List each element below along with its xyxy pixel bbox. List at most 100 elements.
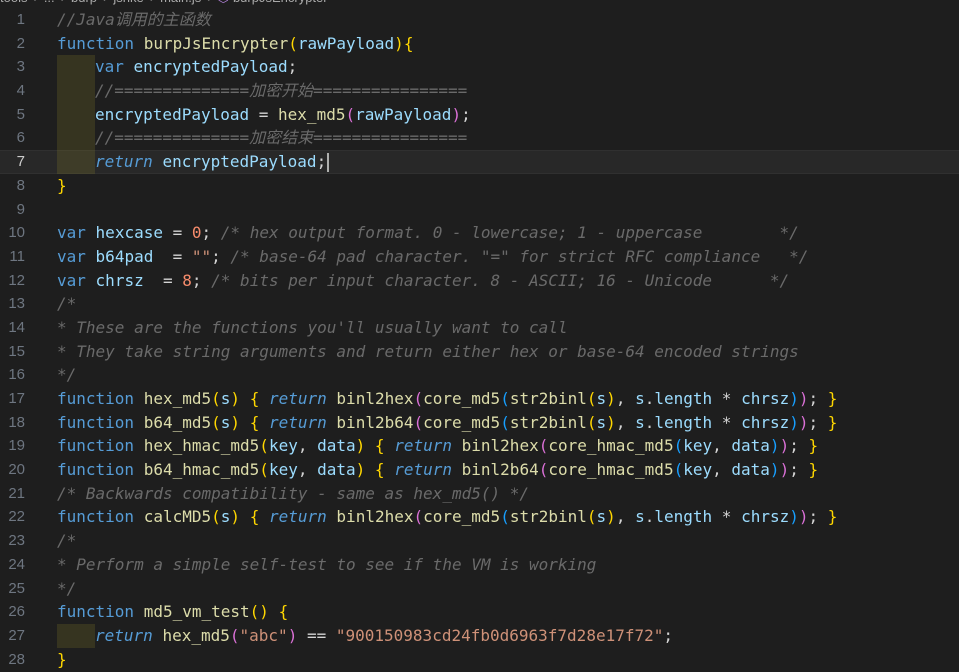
code-line[interactable]: 24 * Perform a simple self-test to see if… — [0, 553, 959, 577]
code-token: return — [268, 389, 327, 408]
code-text[interactable]: var encryptedPayload; — [57, 55, 297, 80]
code-token: encryptedPayload — [133, 57, 288, 77]
code-token: ( — [413, 507, 424, 527]
code-text[interactable]: function b64_hmac_md5(key, data) { retur… — [57, 458, 818, 482]
code-line[interactable]: 8} — [0, 174, 959, 198]
code-line[interactable]: 13 /* — [0, 292, 959, 316]
code-token: { — [403, 33, 414, 53]
code-line[interactable]: 26 function md5_vm_test() { — [0, 600, 959, 624]
code-text[interactable]: return encryptedPayload; — [57, 150, 330, 174]
code-line[interactable]: 22 function calcMD5(s) { return binl2hex(… — [0, 505, 959, 529]
code-token: } — [827, 389, 838, 408]
code-text[interactable]: function hex_hmac_md5(key, data) { retur… — [57, 434, 818, 458]
code-line[interactable]: 6 //==============加密结束================ — [0, 126, 959, 151]
code-line[interactable]: 11 var b64pad = ""; /* base-64 pad charac… — [0, 245, 959, 269]
code-text[interactable]: //==============加密开始================ — [57, 79, 467, 103]
code-token: ) — [779, 436, 790, 456]
code-text[interactable]: //Java调用的主函数 — [57, 8, 211, 32]
code-line[interactable]: 16 */ — [0, 363, 959, 387]
code-token: } — [57, 649, 67, 669]
code-text[interactable]: * These are the functions you'll usually… — [57, 316, 568, 340]
breadcrumb-item[interactable]: main.js — [160, 0, 201, 5]
breadcrumb-item[interactable]: tools — [0, 0, 27, 5]
code-text[interactable]: function calcMD5(s) { return binl2hex(co… — [57, 505, 837, 529]
code-text[interactable]: */ — [57, 577, 76, 601]
code-line-current[interactable]: 7 return encryptedPayload; — [0, 150, 959, 174]
code-token: var — [57, 270, 86, 290]
breadcrumb-item[interactable]: jsrike — [113, 0, 143, 5]
code-text[interactable]: var chrsz = 8; /* bits per input charact… — [57, 269, 789, 293]
indent-guide — [57, 55, 95, 80]
code-text[interactable]: } — [57, 648, 67, 672]
code-line[interactable]: 3 var encryptedPayload; — [0, 55, 959, 80]
code-text[interactable]: var hexcase = 0; /* hex output format. 0… — [57, 221, 799, 245]
code-line[interactable]: 10 var hexcase = 0; /* hex output format.… — [0, 221, 959, 245]
code-text[interactable]: function b64_md5(s) { return binl2b64(co… — [57, 411, 837, 435]
breadcrumb-symbol[interactable]: burpJsEncrypter — [233, 0, 328, 5]
code-line[interactable]: 15 * They take string arguments and retur… — [0, 340, 959, 364]
code-token: hex_md5 — [143, 389, 212, 408]
code-token: ) — [789, 507, 799, 527]
code-token: core_hmac_md5 — [548, 460, 674, 480]
code-line[interactable]: 25 */ — [0, 577, 959, 601]
code-token: , — [615, 507, 636, 527]
code-token: * Perform a simple self-test to see if t… — [57, 554, 597, 574]
code-token: ; — [808, 412, 828, 432]
code-token: s — [635, 389, 645, 408]
breadcrumb-item[interactable]: ... — [44, 0, 55, 5]
code-token: ( — [211, 389, 221, 408]
code-line[interactable]: 21 /* Backwards compatibility - same as h… — [0, 482, 959, 506]
code-line[interactable]: 19 function hex_hmac_md5(key, data) { ret… — [0, 434, 959, 458]
code-line[interactable]: 28} — [0, 648, 959, 672]
code-text[interactable]: * They take string arguments and return … — [57, 340, 799, 364]
code-token: } — [808, 460, 819, 480]
code-token: . — [644, 507, 655, 527]
code-token: return — [394, 436, 452, 456]
code-editor[interactable]: tools ›... › burp › jsrike › main.js › ⬡ burpJsEnc… — [0, 0, 959, 672]
code-token: b64_md5 — [143, 412, 212, 432]
code-text[interactable]: /* — [57, 292, 76, 316]
code-text[interactable]: function burpJsEncrypter(rawPayload){ — [57, 32, 413, 56]
line-number: 8 — [16, 176, 25, 194]
chevron-right-icon: › — [33, 0, 37, 5]
code-line[interactable]: 18 function b64_md5(s) { return binl2b64(… — [0, 411, 959, 435]
code-line[interactable]: 23 /* — [0, 529, 959, 553]
code-token: ; — [316, 152, 327, 172]
code-line[interactable]: 1 //Java调用的主函数 — [0, 8, 959, 32]
code-text[interactable]: */ — [57, 363, 76, 387]
code-line[interactable]: 9 — [0, 198, 959, 222]
code-token: s — [220, 412, 231, 432]
breadcrumb-item[interactable]: burp — [71, 0, 97, 5]
code-token: key — [683, 436, 713, 456]
code-text[interactable]: var b64pad = ""; /* base-64 pad characte… — [57, 245, 808, 269]
code-text[interactable]: } — [57, 174, 67, 198]
code-token: var — [57, 223, 86, 243]
code-text[interactable]: /* Backwards compatibility - same as hex… — [57, 482, 529, 506]
code-line[interactable]: 27 return hex_md5("abc") == "900150983cd2… — [0, 623, 959, 648]
code-text[interactable]: return hex_md5("abc") == "900150983cd24f… — [57, 623, 673, 648]
code-line[interactable]: 17 function hex_md5(s) { return binl2hex(… — [0, 387, 959, 411]
code-lines[interactable]: 1//Java调用的主函数 2 function burpJsEncrypter(r… — [0, 8, 959, 671]
code-line[interactable]: 2 function burpJsEncrypter(rawPayload){ — [0, 32, 959, 56]
line-number: 3 — [16, 58, 25, 76]
code-token: ( — [211, 412, 221, 432]
code-token: ) — [230, 389, 241, 408]
code-token: , — [297, 460, 318, 480]
code-text[interactable]: function md5_vm_test() { — [57, 600, 288, 624]
code-line[interactable]: 14 * These are the functions you'll usual… — [0, 316, 959, 340]
code-line[interactable]: 20 function b64_hmac_md5(key, data) { ret… — [0, 458, 959, 482]
code-text[interactable]: //==============加密结束================ — [57, 126, 467, 151]
code-token: 0 — [191, 223, 202, 243]
code-line[interactable]: 12 var chrsz = 8; /* bits per input chara… — [0, 269, 959, 293]
code-text[interactable]: * Perform a simple self-test to see if t… — [57, 553, 596, 577]
code-text[interactable]: encryptedPayload = hex_md5(rawPayload); — [57, 102, 471, 127]
code-token: ( — [229, 625, 240, 645]
code-token: , — [615, 389, 636, 408]
code-text[interactable]: function hex_md5(s) { return binl2hex(co… — [57, 387, 837, 411]
code-line[interactable]: 4 //==============加密开始================ — [0, 79, 959, 103]
code-line[interactable]: 5 encryptedPayload = hex_md5(rawPayload); — [0, 102, 959, 127]
code-text[interactable]: /* — [57, 529, 76, 553]
